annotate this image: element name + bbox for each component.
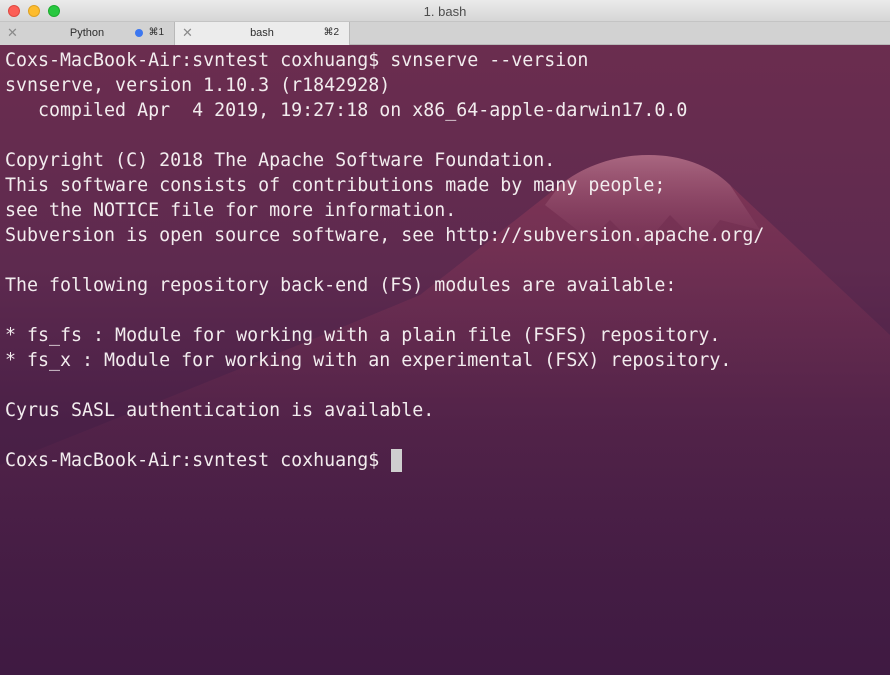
output-line: This software consists of contributions … (5, 175, 666, 196)
terminal-area[interactable]: Coxs-MacBook-Air:svntest coxhuang$ svnse… (0, 45, 890, 675)
tab-bar: ✕ Python ⌘1 ✕ bash ⌘2 (0, 22, 890, 45)
output-line: Coxs-MacBook-Air:svntest coxhuang$ svnse… (5, 50, 589, 71)
tab-bash[interactable]: ✕ bash ⌘2 (175, 22, 350, 45)
output-line: * fs_x : Module for working with an expe… (5, 350, 732, 371)
tab-python[interactable]: ✕ Python ⌘1 (0, 22, 175, 45)
tab-shortcut: ⌘2 (323, 27, 339, 38)
output-line: see the NOTICE file for more information… (5, 200, 457, 221)
output-line: The following repository back-end (FS) m… (5, 275, 677, 296)
window-title: 1. bash (423, 4, 467, 19)
output-line: svnserve, version 1.10.3 (r1842928) (5, 75, 391, 96)
title-bar[interactable]: 1. bash (0, 0, 890, 22)
tab-shortcut: ⌘1 (148, 27, 164, 38)
output-line: Cyrus SASL authentication is available. (5, 400, 435, 421)
shell-prompt: Coxs-MacBook-Air:svntest coxhuang$ (5, 450, 391, 471)
text-cursor (391, 449, 403, 472)
prompt-line[interactable]: Coxs-MacBook-Air:svntest coxhuang$ (5, 448, 764, 473)
output-line: compiled Apr 4 2019, 19:27:18 on x86_64-… (5, 100, 688, 121)
terminal-window: 1. bash ✕ Python ⌘1 ✕ bash ⌘2 Coxs-MacBo… (0, 0, 890, 675)
terminal-output: Coxs-MacBook-Air:svntest coxhuang$ svnse… (5, 48, 764, 473)
activity-dot-icon (135, 29, 143, 37)
output-line: Copyright (C) 2018 The Apache Software F… (5, 150, 556, 171)
output-line: * fs_fs : Module for working with a plai… (5, 325, 721, 346)
output-line: Subversion is open source software, see … (5, 225, 765, 246)
